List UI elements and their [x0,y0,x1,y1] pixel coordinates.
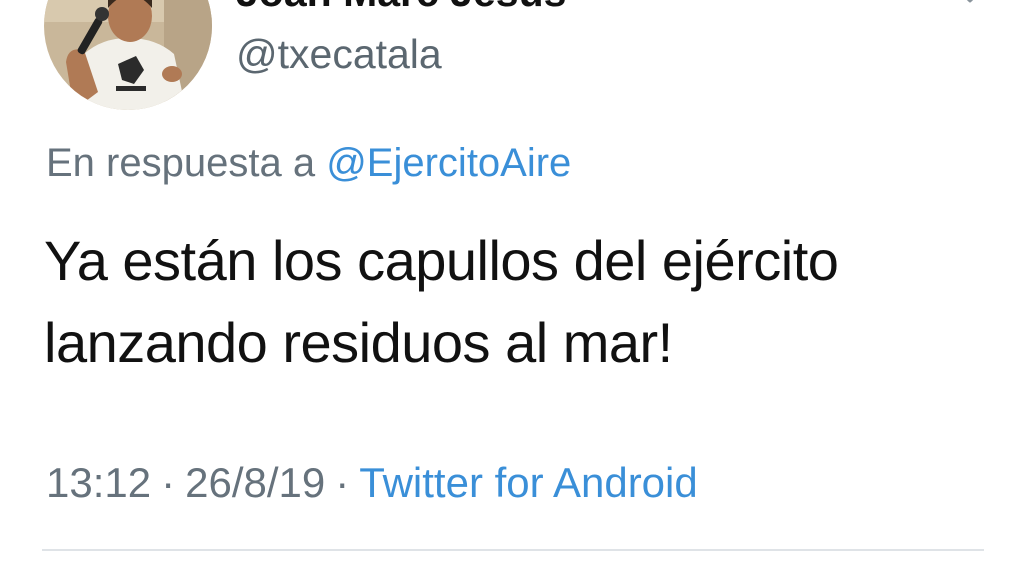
tweet-meta: 13:12 · 26/8/19 · Twitter for Android [46,462,698,504]
chevron-down-icon[interactable] [956,0,984,10]
avatar-photo [44,0,212,110]
meta-separator: · [335,459,350,506]
tweet-date: 26/8/19 [185,459,326,506]
tweet-card: Joan Marc Jesús @txecatala En respuesta … [0,0,1024,576]
tweet-time: 13:12 [46,459,152,506]
tweet-text: Ya están los capullos del ejército lanza… [44,220,984,384]
tweet-text-line: lanzando residuos al mar! [44,311,673,374]
display-name[interactable]: Joan Marc Jesús [236,0,566,13]
reply-to-mention-link[interactable]: @EjercitoAire [326,141,571,185]
tweet-source-link[interactable]: Twitter for Android [359,459,697,506]
username[interactable]: @txecatala [236,34,442,75]
avatar[interactable] [44,0,212,110]
tweet-text-line: Ya están los capullos del ejército [44,229,839,292]
divider [42,549,984,551]
reply-context: En respuesta a @EjercitoAire [46,143,571,183]
reply-prefix: En respuesta a [46,141,316,185]
meta-separator: · [161,459,176,506]
